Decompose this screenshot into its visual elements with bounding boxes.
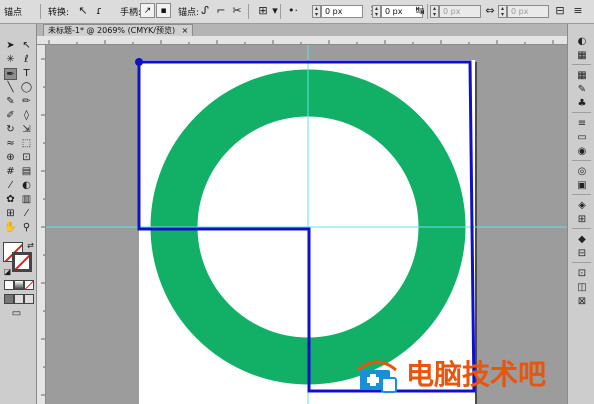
appearance-icon[interactable]: ◎ [576, 166, 588, 178]
separator [572, 112, 591, 113]
stroke-panel-icon[interactable]: ≡ [576, 118, 588, 130]
graphic-styles-icon[interactable]: ▣ [576, 180, 588, 192]
gradient-panel-icon[interactable]: ▭ [576, 132, 588, 144]
artboards-icon[interactable]: ⊞ [576, 214, 588, 226]
color-guide-icon[interactable]: ▦ [576, 50, 588, 62]
separator [572, 160, 591, 161]
layers-panel-icon[interactable]: ◆ [576, 234, 588, 246]
artwork-layer [46, 45, 567, 404]
separator [572, 194, 591, 195]
transparency-icon[interactable]: ◉ [576, 146, 588, 158]
swatches-icon[interactable]: ▦ [576, 70, 588, 82]
separator [572, 64, 591, 65]
links-icon[interactable]: ⊟ [576, 248, 588, 260]
panel-dock: ◐ ▦ ▦ ✎ ♣ ≡ ▭ ◉ ◎ ▣ ◈ ⊞ ◆ ⊟ ⊡ ◫ ⊠ [567, 24, 594, 404]
separator [572, 228, 591, 229]
transform-panel-icon[interactable]: ⊠ [576, 296, 588, 308]
symbols-icon[interactable]: ♣ [576, 98, 588, 110]
watermark-text: 电脑技术吧 [406, 358, 547, 391]
separator [572, 262, 591, 263]
brushes-icon[interactable]: ✎ [576, 84, 588, 96]
layers-icon[interactable]: ◈ [576, 200, 588, 212]
color-panel-icon[interactable]: ◐ [576, 36, 588, 48]
anchor-point [135, 58, 143, 66]
pathfinder-icon[interactable]: ◫ [576, 282, 588, 294]
watermark: 电脑技术吧 [352, 356, 592, 396]
align-panel-icon[interactable]: ⊡ [576, 268, 588, 280]
watermark-logo-icon [357, 360, 397, 393]
